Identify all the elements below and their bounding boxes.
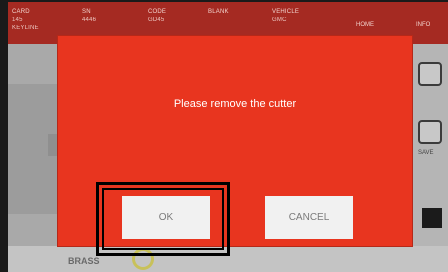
dialog-message: Please remove the cutter — [173, 98, 297, 110]
header-field-vehicle: VEHICLE GMC — [272, 9, 300, 23]
cancel-button[interactable]: CANCEL — [265, 196, 353, 239]
header-field-code: CODE GD45 — [148, 9, 167, 23]
grid-view-icon[interactable] — [418, 62, 442, 86]
header-field-card: CARD 145 KEYLINE — [12, 9, 39, 31]
material-label: BRASS — [68, 256, 100, 266]
ok-button[interactable]: OK — [122, 196, 210, 239]
save-icon[interactable] — [418, 120, 442, 144]
nav-home[interactable]: HOME — [356, 22, 374, 28]
nav-info[interactable]: INFO — [416, 22, 430, 28]
right-toolbar: SAVE — [412, 44, 448, 272]
header-field-sn: SN 4446 — [82, 9, 97, 23]
header-card-value: 145 — [12, 17, 23, 23]
save-label: SAVE — [418, 150, 434, 156]
header-field-blank: BLANK — [208, 9, 229, 15]
color-swatch[interactable] — [422, 208, 442, 228]
